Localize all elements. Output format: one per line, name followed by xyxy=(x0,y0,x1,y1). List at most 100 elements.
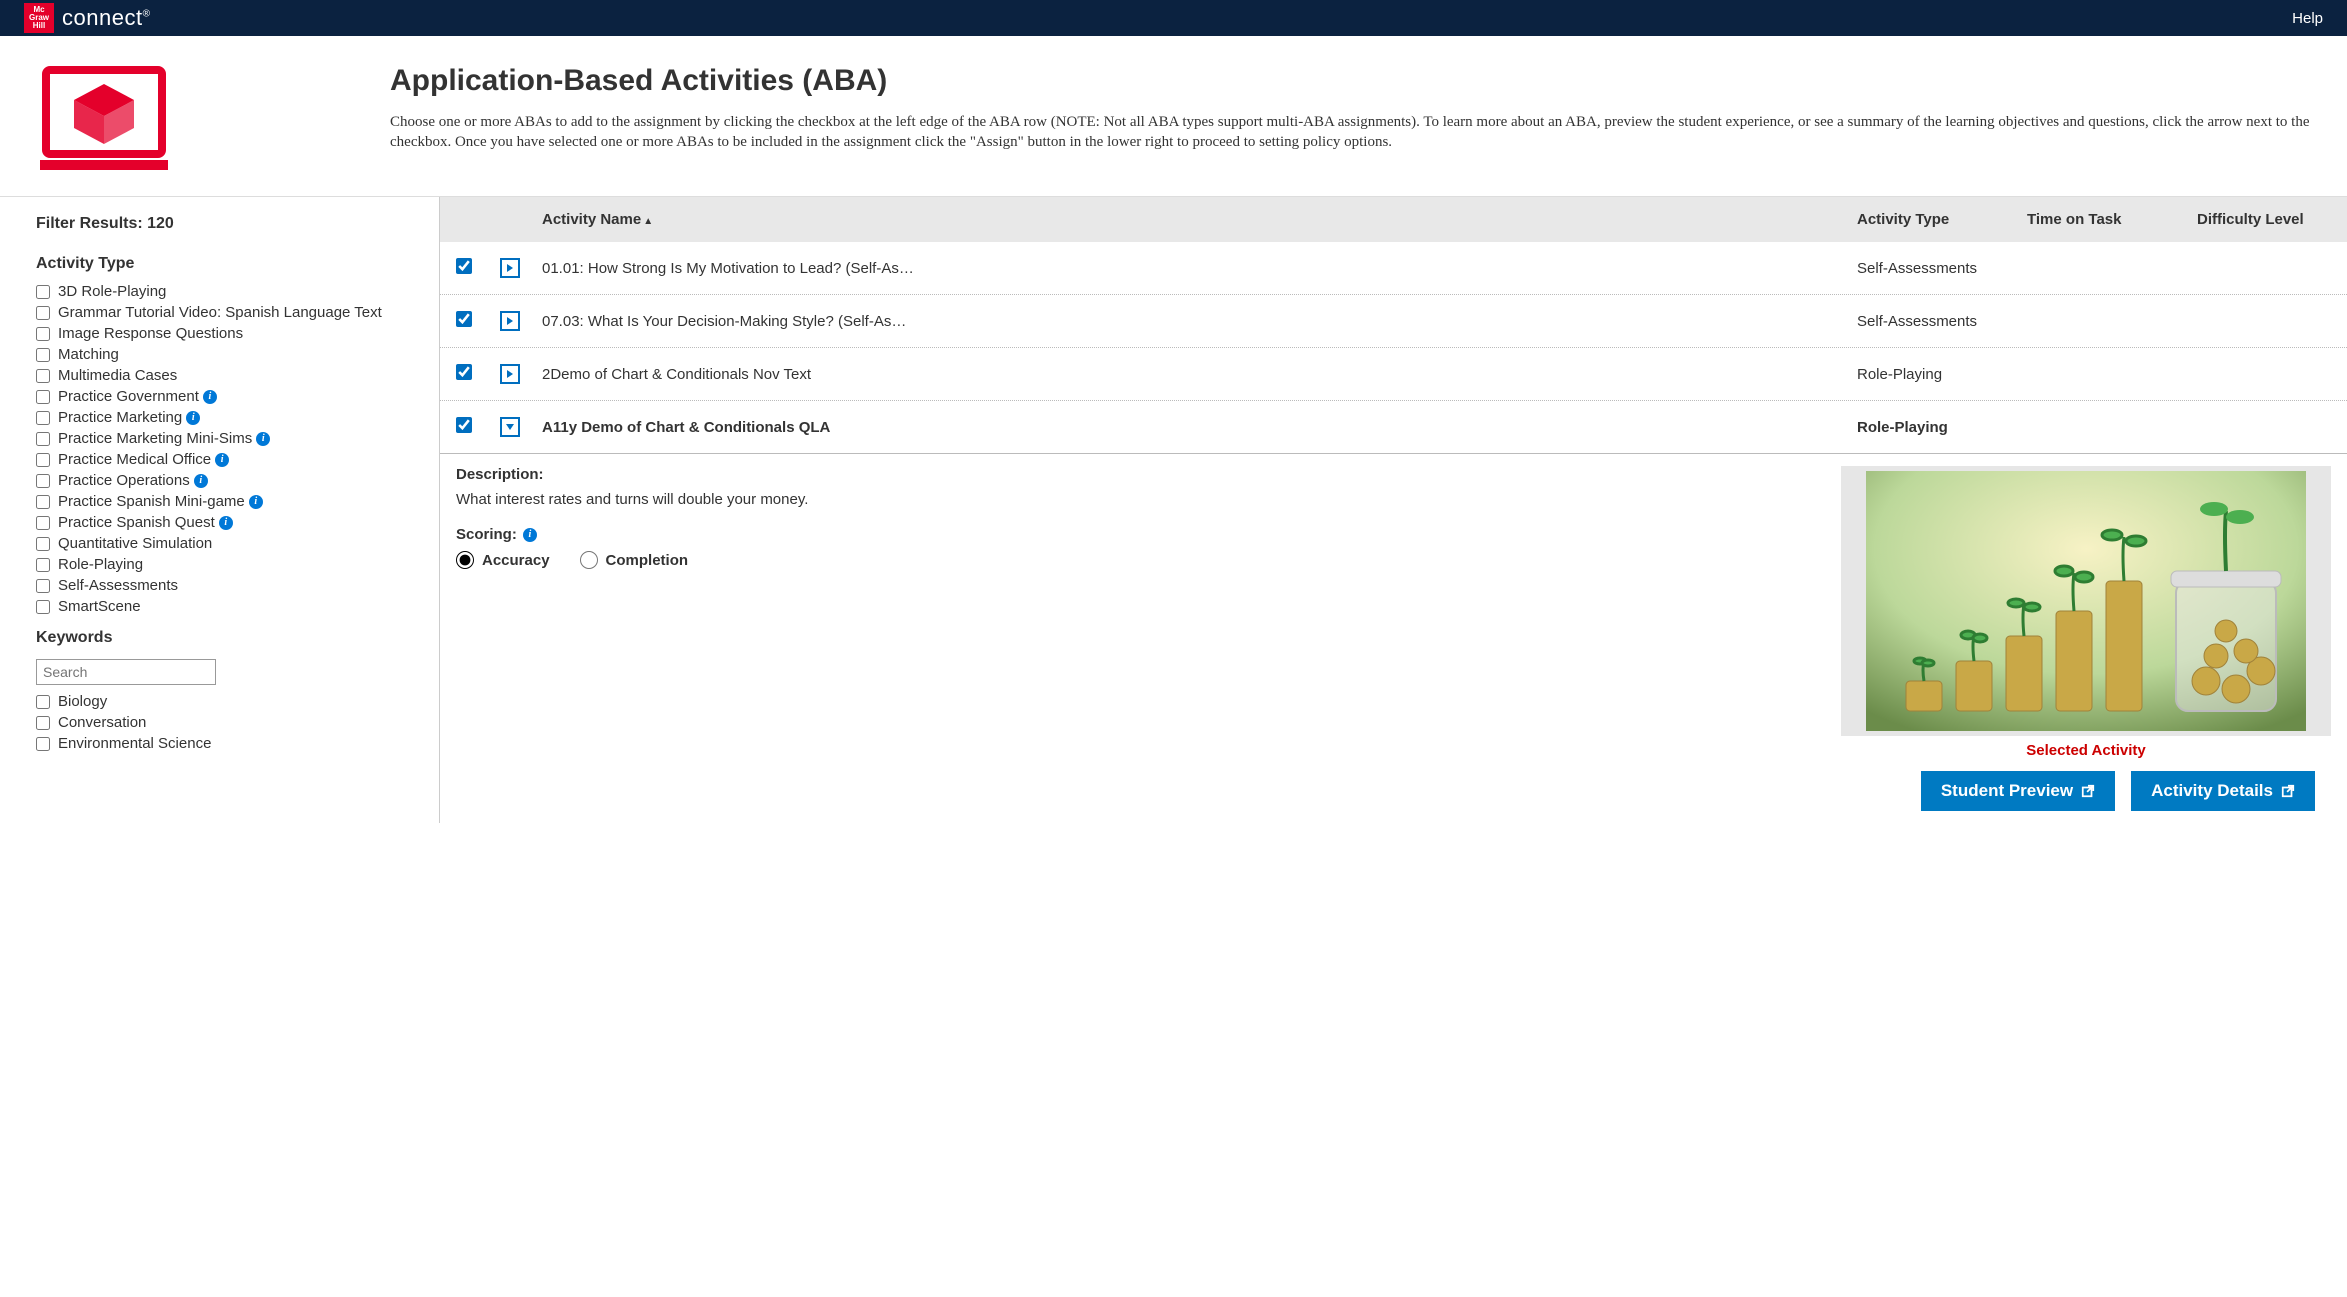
student-preview-button[interactable]: Student Preview xyxy=(1921,771,2115,811)
filter-label[interactable]: Self-Assessments xyxy=(58,577,178,594)
filter-label[interactable]: Multimedia Cases xyxy=(58,367,177,384)
row-checkbox[interactable] xyxy=(456,364,472,380)
filter-checkbox[interactable] xyxy=(36,369,50,383)
filter-label[interactable]: Practice Marketing Mini-Simsi xyxy=(58,430,270,447)
filter-item: Quantitative Simulation xyxy=(36,533,415,554)
scoring-accuracy-radio[interactable] xyxy=(456,551,474,569)
row-checkbox[interactable] xyxy=(456,258,472,274)
expand-button[interactable] xyxy=(500,311,520,331)
mgh-logo: Mc Graw Hill xyxy=(24,3,54,33)
filter-checkbox[interactable] xyxy=(36,474,50,488)
activity-name[interactable]: 01.01: How Strong Is My Motivation to Le… xyxy=(542,260,1857,277)
info-icon[interactable]: i xyxy=(203,390,217,404)
filter-label[interactable]: Practice Medical Officei xyxy=(58,451,229,468)
filter-item: Self-Assessments xyxy=(36,575,415,596)
keyword-search-input[interactable] xyxy=(36,659,216,685)
brand: Mc Graw Hill connect® xyxy=(24,3,150,33)
filter-sidebar: Filter Results: 120 Activity Type 3D Rol… xyxy=(0,197,440,823)
page-title: Application-Based Activities (ABA) xyxy=(390,64,2323,98)
filter-item: Environmental Science xyxy=(36,733,415,754)
filter-checkbox[interactable] xyxy=(36,516,50,530)
filter-section-keywords: Keywords xyxy=(36,629,415,647)
help-link[interactable]: Help xyxy=(2292,10,2323,27)
filter-label[interactable]: Practice Spanish Questi xyxy=(58,514,233,531)
chevron-right-icon xyxy=(505,316,515,326)
filter-checkbox[interactable] xyxy=(36,579,50,593)
filter-label[interactable]: Role-Playing xyxy=(58,556,143,573)
filter-item: Practice Spanish Mini-gamei xyxy=(36,491,415,512)
col-header-difficulty[interactable]: Difficulty Level xyxy=(2197,211,2347,228)
filter-item: Biology xyxy=(36,691,415,712)
filter-label[interactable]: Grammar Tutorial Video: Spanish Language… xyxy=(58,304,382,321)
filter-label[interactable]: 3D Role-Playing xyxy=(58,283,166,300)
filter-item: 3D Role-Playing xyxy=(36,281,415,302)
header-text: Application-Based Activities (ABA) Choos… xyxy=(390,64,2347,176)
filter-checkbox[interactable] xyxy=(36,600,50,614)
filter-item: Practice Marketing Mini-Simsi xyxy=(36,428,415,449)
expand-button[interactable] xyxy=(500,258,520,278)
info-icon[interactable]: i xyxy=(194,474,208,488)
filter-label[interactable]: Biology xyxy=(58,693,107,710)
filter-checkbox[interactable] xyxy=(36,390,50,404)
scoring-accuracy-label: Accuracy xyxy=(482,552,550,569)
row-checkbox[interactable] xyxy=(456,417,472,433)
filter-checkbox[interactable] xyxy=(36,285,50,299)
filter-checkbox[interactable] xyxy=(36,306,50,320)
activity-detail-panel: Description: What interest rates and tur… xyxy=(440,454,2347,823)
scoring-completion-option[interactable]: Completion xyxy=(580,551,689,569)
col-header-time[interactable]: Time on Task xyxy=(2027,211,2197,228)
filter-checkbox[interactable] xyxy=(36,716,50,730)
activity-type: Role-Playing xyxy=(1857,419,2027,436)
filter-checkbox[interactable] xyxy=(36,537,50,551)
filter-item: Practice Operationsi xyxy=(36,470,415,491)
activity-row: 2Demo of Chart & Conditionals Nov TextRo… xyxy=(440,348,2347,401)
filter-checkbox[interactable] xyxy=(36,695,50,709)
filter-checkbox[interactable] xyxy=(36,348,50,362)
filter-label[interactable]: Practice Spanish Mini-gamei xyxy=(58,493,263,510)
filter-checkbox[interactable] xyxy=(36,453,50,467)
filter-checkbox[interactable] xyxy=(36,432,50,446)
filter-label[interactable]: Practice Operationsi xyxy=(58,472,208,489)
filter-label[interactable]: Environmental Science xyxy=(58,735,211,752)
filter-item: Practice Spanish Questi xyxy=(36,512,415,533)
expand-button[interactable] xyxy=(500,364,520,384)
row-checkbox[interactable] xyxy=(456,311,472,327)
filter-label[interactable]: Conversation xyxy=(58,714,146,731)
filter-checkbox[interactable] xyxy=(36,737,50,751)
scoring-accuracy-option[interactable]: Accuracy xyxy=(456,551,550,569)
filter-checkbox[interactable] xyxy=(36,411,50,425)
info-icon[interactable]: i xyxy=(219,516,233,530)
filter-label[interactable]: SmartScene xyxy=(58,598,141,615)
filter-label[interactable]: Image Response Questions xyxy=(58,325,243,342)
info-icon[interactable]: i xyxy=(186,411,200,425)
info-icon[interactable]: i xyxy=(523,528,537,542)
scoring-completion-radio[interactable] xyxy=(580,551,598,569)
filter-item: Grammar Tutorial Video: Spanish Language… xyxy=(36,302,415,323)
filter-checkbox[interactable] xyxy=(36,558,50,572)
description-label: Description: xyxy=(456,466,1821,483)
action-buttons: Student Preview Activity Details xyxy=(1841,759,2331,811)
activity-name[interactable]: 2Demo of Chart & Conditionals Nov Text xyxy=(542,366,1857,383)
filter-item: SmartScene xyxy=(36,596,415,617)
col-header-name[interactable]: Activity Name▲ xyxy=(542,211,1857,228)
chevron-right-icon xyxy=(505,369,515,379)
filter-label[interactable]: Matching xyxy=(58,346,119,363)
info-icon[interactable]: i xyxy=(256,432,270,446)
info-icon[interactable]: i xyxy=(249,495,263,509)
col-header-type[interactable]: Activity Type xyxy=(1857,211,2027,228)
activity-name[interactable]: A11y Demo of Chart & Conditionals QLA xyxy=(542,419,1857,436)
activity-name[interactable]: 07.03: What Is Your Decision-Making Styl… xyxy=(542,313,1857,330)
filter-section-activity-type: Activity Type xyxy=(36,255,415,273)
header: Application-Based Activities (ABA) Choos… xyxy=(0,36,2347,197)
collapse-button[interactable] xyxy=(500,417,520,437)
info-icon[interactable]: i xyxy=(215,453,229,467)
filter-label[interactable]: Quantitative Simulation xyxy=(58,535,212,552)
filter-item: Practice Marketingi xyxy=(36,407,415,428)
filter-checkbox[interactable] xyxy=(36,327,50,341)
filter-checkbox[interactable] xyxy=(36,495,50,509)
filter-label[interactable]: Practice Governmenti xyxy=(58,388,217,405)
page-description: Choose one or more ABAs to add to the as… xyxy=(390,112,2323,153)
filter-item: Image Response Questions xyxy=(36,323,415,344)
filter-label[interactable]: Practice Marketingi xyxy=(58,409,200,426)
activity-details-button[interactable]: Activity Details xyxy=(2131,771,2315,811)
